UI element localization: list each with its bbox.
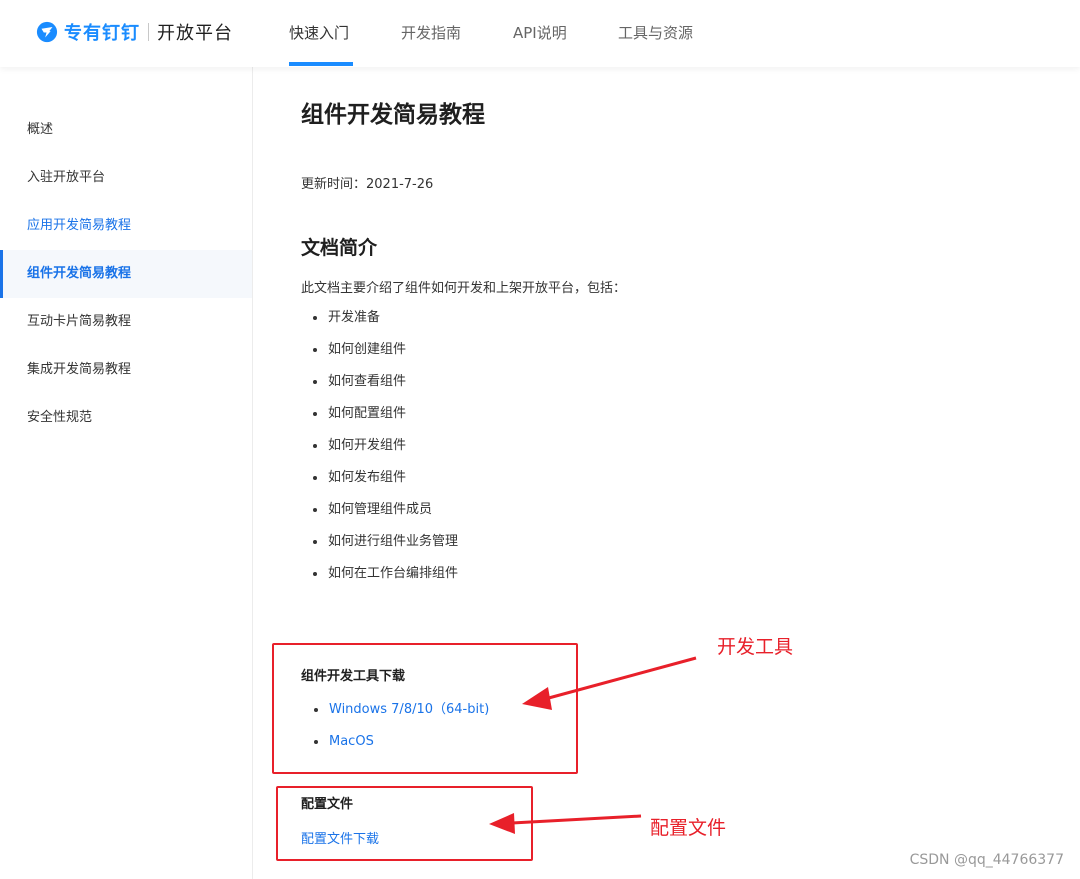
list-item: 如何查看组件 [301,371,458,403]
list-item: 开发准备 [301,307,458,339]
sidebar-item-onboarding[interactable]: 入驻开放平台 [0,154,252,202]
nav-tools-resources[interactable]: 工具与资源 [618,22,693,43]
sidebar-item-overview[interactable]: 概述 [0,106,252,154]
nav-api-docs[interactable]: API说明 [513,22,567,43]
platform-name: 开放平台 [157,23,233,44]
active-nav-indicator [289,62,353,66]
logo[interactable]: 专有钉钉 开放平台 [36,20,233,44]
tools-highlight-box [272,643,578,774]
list-item: 如何配置组件 [301,403,458,435]
logo-divider [148,23,149,41]
dingtalk-logo-icon [36,21,58,43]
nav-quick-start[interactable]: 快速入门 [289,22,349,43]
update-time: 更新时间：2021-7-26 [301,177,434,192]
sidebar-item-card-tutorial[interactable]: 互动卡片简易教程 [0,298,252,346]
sidebar-item-app-tutorial[interactable]: 应用开发简易教程 [0,202,252,250]
list-item: 如何管理组件成员 [301,499,458,531]
topic-list: 开发准备 如何创建组件 如何查看组件 如何配置组件 如何开发组件 如何发布组件 … [301,307,458,595]
list-item: 如何在工作台编排组件 [301,563,458,595]
sidebar-item-component-tutorial[interactable]: 组件开发简易教程 [0,250,252,298]
intro-text: 此文档主要介绍了组件如何开发和上架开放平台，包括： [301,281,627,296]
top-header: 专有钉钉 开放平台 快速入门 开发指南 API说明 工具与资源 [0,0,1080,67]
config-highlight-box [276,786,533,861]
config-annotation-label: 配置文件 [650,817,727,839]
list-item: 如何进行组件业务管理 [301,531,458,563]
watermark: CSDN @qq_44766377 [909,852,1064,868]
page-title: 组件开发简易教程 [301,102,485,128]
list-item: 如何开发组件 [301,435,458,467]
section-title: 文档简介 [301,237,378,259]
list-item: 如何发布组件 [301,467,458,499]
list-item: 如何创建组件 [301,339,458,371]
nav-dev-guide[interactable]: 开发指南 [401,22,461,43]
sidebar-item-security[interactable]: 安全性规范 [0,394,252,442]
tools-annotation-label: 开发工具 [717,636,794,658]
sidebar: 概述 入驻开放平台 应用开发简易教程 组件开发简易教程 互动卡片简易教程 集成开… [0,67,253,879]
brand-name: 专有钉钉 [64,23,140,44]
sidebar-item-integration-tutorial[interactable]: 集成开发简易教程 [0,346,252,394]
